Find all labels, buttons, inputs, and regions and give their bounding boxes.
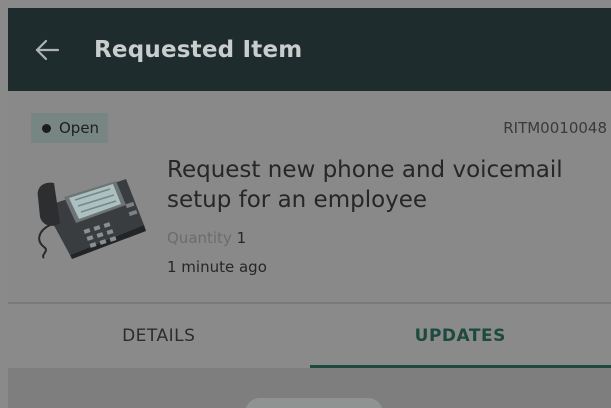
updates-content [8, 368, 611, 408]
quantity-value: 1 [236, 229, 247, 247]
screen: Requested Item Open RITM0010048 Request … [0, 0, 611, 408]
ip-desk-phone-image [37, 179, 146, 259]
partial-chip[interactable] [245, 398, 383, 408]
quantity-label: Quantity [167, 229, 237, 247]
tab-details-label: DETAILS [122, 326, 196, 346]
status-badge: Open [31, 113, 109, 143]
status-dot-icon [42, 123, 51, 133]
tab-bar: DETAILS UPDATES [8, 304, 611, 368]
page-title: Requested Item [94, 36, 303, 63]
item-title: Request new phone and voicemail setup fo… [167, 157, 563, 213]
arrow-left-icon [35, 39, 60, 60]
tab-details[interactable]: DETAILS [8, 304, 310, 368]
status-label: Open [59, 119, 100, 137]
quantity-row: Quantity 1 [167, 229, 246, 247]
record-header: Open RITM0010048 Request new phone and v… [8, 91, 611, 302]
back-button[interactable] [32, 35, 62, 65]
app-bar: Requested Item [8, 8, 611, 91]
tab-updates[interactable]: UPDATES [309, 304, 611, 368]
timestamp: 1 minute ago [167, 258, 267, 276]
record-number: RITM0010048 [503, 119, 607, 137]
tab-updates-label: UPDATES [414, 326, 506, 346]
